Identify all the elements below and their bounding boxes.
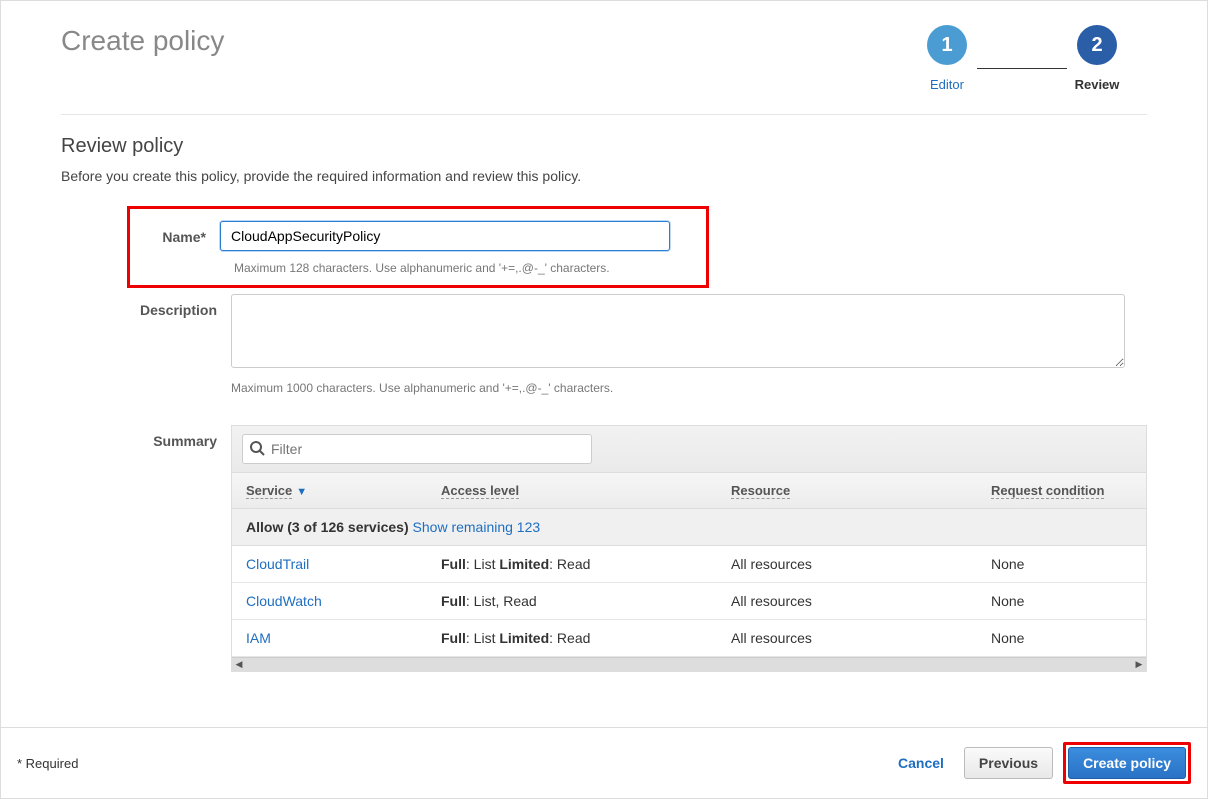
step-editor[interactable]: 1 Editor (907, 25, 987, 92)
resource-cell: All resources (717, 546, 977, 582)
sort-caret-icon: ▼ (296, 486, 307, 498)
page-title: Create policy (61, 25, 224, 57)
footer-buttons: Cancel Previous Create policy (888, 742, 1191, 784)
name-input[interactable] (220, 221, 670, 251)
filter-input[interactable] (242, 434, 592, 464)
access-cell: Full: List, Read (427, 583, 717, 619)
scroll-right-icon[interactable]: ▶ (1132, 658, 1146, 672)
scroll-left-icon[interactable]: ◀ (232, 658, 246, 672)
table-row: CloudTrail Full: List Limited: ReadAll re… (232, 546, 1146, 583)
allow-group-row: Allow (3 of 126 services) Show remaining… (232, 509, 1146, 546)
column-service[interactable]: Service▼ (232, 473, 427, 508)
description-input[interactable] (231, 294, 1125, 368)
service-link[interactable]: IAM (246, 630, 271, 646)
name-hint: Maximum 128 characters. Use alphanumeric… (234, 261, 690, 275)
summary-filter-bar (232, 426, 1146, 472)
resource-cell: All resources (717, 583, 977, 619)
condition-cell: None (977, 583, 1146, 619)
divider (61, 114, 1147, 115)
step-connector (977, 68, 1067, 69)
description-hint: Maximum 1000 characters. Use alphanumeri… (231, 381, 1147, 395)
column-access[interactable]: Access level (427, 473, 717, 508)
condition-cell: None (977, 546, 1146, 582)
section-title: Review policy (61, 135, 1147, 158)
summary-label: Summary (61, 425, 231, 449)
step-label-1: Editor (930, 77, 964, 92)
table-row: CloudWatch Full: List, ReadAll resourcesN… (232, 583, 1146, 620)
step-circle-1: 1 (927, 25, 967, 65)
name-label: Name* (146, 221, 220, 245)
page-container: Create policy 1 Editor 2 Review Review p… (0, 0, 1208, 799)
column-resource[interactable]: Resource (717, 473, 977, 508)
section-hint: Before you create this policy, provide t… (61, 168, 1147, 184)
footer: * Required Cancel Previous Create policy (1, 727, 1207, 798)
required-note: * Required (17, 756, 78, 771)
create-policy-button[interactable]: Create policy (1068, 747, 1186, 779)
service-link[interactable]: CloudWatch (246, 593, 322, 609)
step-review[interactable]: 2 Review (1057, 25, 1137, 92)
summary-rows: CloudTrailFull: List Limited: ReadAll re… (232, 546, 1146, 657)
access-cell: Full: List Limited: Read (427, 546, 717, 582)
header-row: Create policy 1 Editor 2 Review (61, 25, 1147, 92)
content-area: Create policy 1 Editor 2 Review Review p… (1, 1, 1207, 727)
name-highlight-box: Name* Maximum 128 characters. Use alphan… (127, 206, 709, 288)
service-link[interactable]: CloudTrail (246, 556, 309, 572)
step-circle-2: 2 (1077, 25, 1117, 65)
summary-box: Service▼ Access level Resource Request c… (231, 425, 1147, 672)
search-icon (249, 440, 265, 459)
cancel-button[interactable]: Cancel (888, 747, 954, 779)
access-cell: Full: List Limited: Read (427, 620, 717, 656)
description-label: Description (61, 294, 231, 318)
column-condition[interactable]: Request condition (977, 473, 1146, 508)
summary-table-header: Service▼ Access level Resource Request c… (232, 472, 1146, 509)
allow-text: Allow (3 of 126 services) (246, 519, 413, 535)
create-highlight-box: Create policy (1063, 742, 1191, 784)
stepper: 1 Editor 2 Review (907, 25, 1137, 92)
resource-cell: All resources (717, 620, 977, 656)
condition-cell: None (977, 620, 1146, 656)
show-remaining-link[interactable]: Show remaining 123 (413, 519, 541, 535)
horizontal-scrollbar[interactable]: ◀ ▶ (232, 657, 1146, 671)
table-row: IAM Full: List Limited: ReadAll resources… (232, 620, 1146, 657)
step-label-2: Review (1075, 77, 1120, 92)
previous-button[interactable]: Previous (964, 747, 1053, 779)
